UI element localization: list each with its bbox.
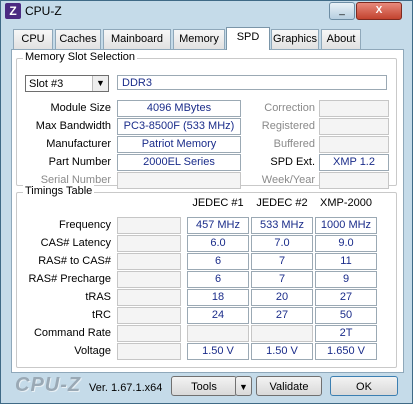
- correction-label: Correction: [264, 102, 315, 114]
- spd-ext-label: SPD Ext.: [270, 156, 315, 168]
- manufacturer-field: Patriot Memory: [117, 136, 241, 153]
- timing-value-field: 7: [251, 271, 313, 288]
- timing-label: RAS# to CAS#: [38, 255, 111, 267]
- buffered-label: Buffered: [273, 138, 315, 150]
- timing-value-field: 6.0: [187, 235, 249, 252]
- timing-label: CAS# Latency: [40, 237, 111, 249]
- timing-value-field: 18: [187, 289, 249, 306]
- timing-value-field: 6: [187, 253, 249, 270]
- ok-button[interactable]: OK: [330, 376, 398, 396]
- tab-spd[interactable]: SPD: [226, 27, 270, 50]
- tab-cpu[interactable]: CPU: [13, 29, 53, 49]
- registered-field: [319, 118, 389, 135]
- registered-label: Registered: [261, 120, 315, 132]
- memory-slot-group-title: Memory Slot Selection: [23, 51, 138, 63]
- module-size-label: Module Size: [50, 102, 111, 114]
- serial-number-field: [117, 172, 241, 189]
- spd-ext-field: XMP 1.2: [319, 154, 389, 171]
- week-year-field: [319, 172, 389, 189]
- timing-value-field: 533 MHz: [251, 217, 313, 234]
- timings-group-title: Timings Table: [23, 185, 95, 197]
- max-bandwidth-label: Max Bandwidth: [35, 120, 111, 132]
- timing-value-field: 27: [315, 289, 377, 306]
- column-jedec2: JEDEC #2: [256, 197, 308, 209]
- minimize-button[interactable]: _: [329, 2, 355, 20]
- timing-value-field: 457 MHz: [187, 217, 249, 234]
- timing-extra-field: [117, 217, 181, 234]
- timing-value-field: 9.0: [315, 235, 377, 252]
- tab-mainboard[interactable]: Mainboard: [103, 29, 171, 49]
- timing-value-field: [187, 325, 249, 342]
- timing-value-field: 27: [251, 307, 313, 324]
- buffered-field: [319, 136, 389, 153]
- timing-label: Frequency: [59, 219, 111, 231]
- chevron-down-icon[interactable]: ▼: [92, 76, 108, 91]
- cpuz-window: Z CPU-Z _ X CPU Caches Mainboard Memory …: [0, 0, 413, 404]
- validate-button[interactable]: Validate: [256, 376, 322, 396]
- timing-extra-field: [117, 235, 181, 252]
- timing-label: Voltage: [74, 345, 111, 357]
- version-label: Ver. 1.67.1.x64: [89, 382, 163, 394]
- tab-caches[interactable]: Caches: [55, 29, 101, 49]
- timing-value-field: 1.650 V: [315, 343, 377, 360]
- timing-label: tRAS: [85, 291, 111, 303]
- timing-label: Command Rate: [33, 327, 111, 339]
- timing-label: RAS# Precharge: [28, 273, 111, 285]
- timing-extra-field: [117, 343, 181, 360]
- slot-select[interactable]: Slot #3 ▼: [25, 75, 109, 92]
- cpuz-app-icon: Z: [5, 3, 21, 19]
- module-size-field: 4096 MBytes: [117, 100, 241, 117]
- part-number-label: Part Number: [48, 156, 111, 168]
- slot-select-value: Slot #3: [29, 78, 64, 90]
- cpuz-logo: CPU-Z: [15, 374, 82, 396]
- timing-value-field: 6: [187, 271, 249, 288]
- timing-value-field: 1.50 V: [187, 343, 249, 360]
- tab-graphics[interactable]: Graphics: [271, 29, 319, 49]
- timing-value-field: 1.50 V: [251, 343, 313, 360]
- tools-button[interactable]: Tools: [171, 376, 237, 396]
- week-year-label: Week/Year: [261, 174, 315, 186]
- tools-dropdown-arrow-icon[interactable]: ▼: [235, 376, 252, 396]
- manufacturer-label: Manufacturer: [46, 138, 111, 150]
- timing-value-field: 50: [315, 307, 377, 324]
- max-bandwidth-field: PC3-8500F (533 MHz): [117, 118, 241, 135]
- window-title: CPU-Z: [25, 4, 62, 18]
- timing-extra-field: [117, 289, 181, 306]
- timings-group: Timings Table JEDEC #1 JEDEC #2 XMP-2000…: [16, 185, 397, 368]
- timing-value-field: 7.0: [251, 235, 313, 252]
- timing-extra-field: [117, 325, 181, 342]
- memory-slot-group: Memory Slot Selection Slot #3 ▼ DDR3 Mod…: [16, 51, 397, 189]
- timing-extra-field: [117, 271, 181, 288]
- timing-value-field: 1000 MHz: [315, 217, 377, 234]
- timing-value-field: 7: [251, 253, 313, 270]
- timing-value-field: [251, 325, 313, 342]
- timing-value-field: 9: [315, 271, 377, 288]
- timing-extra-field: [117, 253, 181, 270]
- timing-value-field: 20: [251, 289, 313, 306]
- timing-value-field: 2T: [315, 325, 377, 342]
- timing-value-field: 24: [187, 307, 249, 324]
- part-number-field: 2000EL Series: [117, 154, 241, 171]
- timing-extra-field: [117, 307, 181, 324]
- tab-about[interactable]: About: [321, 29, 361, 49]
- timing-label: tRC: [92, 309, 111, 321]
- column-xmp: XMP-2000: [320, 197, 372, 209]
- close-button[interactable]: X: [356, 2, 402, 20]
- correction-field: [319, 100, 389, 117]
- column-jedec1: JEDEC #1: [192, 197, 244, 209]
- spd-panel: Memory Slot Selection Slot #3 ▼ DDR3 Mod…: [11, 49, 404, 373]
- title-bar[interactable]: Z CPU-Z _ X: [1, 1, 412, 21]
- tab-memory[interactable]: Memory: [173, 29, 225, 49]
- timing-value-field: 11: [315, 253, 377, 270]
- memory-type-field: DDR3: [117, 75, 387, 90]
